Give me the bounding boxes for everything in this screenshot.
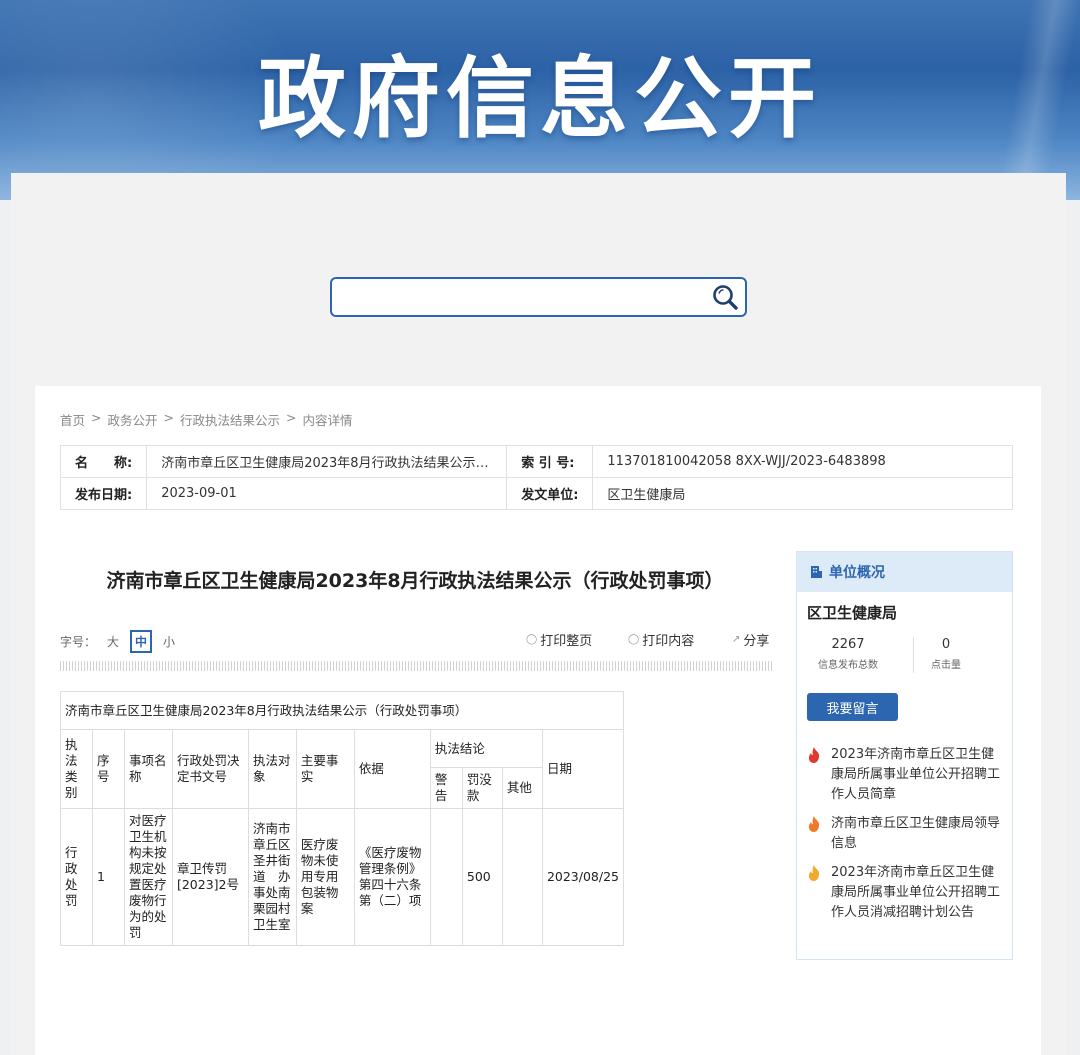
th-no: 序号 — [91, 729, 125, 809]
flame-icon — [808, 747, 820, 763]
share-label: 分享 — [743, 634, 770, 649]
banner-title: 政府信息公开 — [257, 47, 822, 150]
news-item-title: 2023年济南市章丘区卫生健康局所属事业单位公开招聘工作人员简章 — [831, 747, 1001, 802]
unit-stats: 2267 信息发布总数 0 点击量 — [797, 637, 1012, 675]
unit-name: 区卫生健康局 — [807, 604, 898, 622]
print-content-button[interactable]: ◯ 打印内容 — [628, 630, 694, 649]
cell-basis: 《医疗废物管理条例》第四十六条第（二）项 — [353, 808, 431, 946]
cell-other — [501, 808, 543, 946]
th-category: 执法类别 — [60, 729, 93, 809]
cell-fine: 500 — [461, 808, 503, 946]
th-other: 其他 — [501, 767, 543, 809]
meta-date-value: 2023-09-01 — [146, 477, 508, 510]
cell-item: 对医疗卫生机构未按规定处置医疗废物行为的处罚 — [123, 808, 173, 946]
stat-total-value: 2267 — [831, 637, 865, 652]
font-size-medium[interactable]: 中 — [130, 630, 153, 653]
share-icon: ↗ — [732, 634, 741, 645]
stat-clicks-label: 点击量 — [931, 660, 961, 671]
sidebar-header-label: 单位概况 — [829, 565, 885, 581]
meta-index-value: 113701810042058 8XX-WJJ/2023-6483898 — [592, 445, 1013, 478]
cell-facts: 医疗废物未使用专用包装物案 — [295, 808, 355, 946]
building-icon — [811, 566, 822, 578]
font-size-small[interactable]: 小 — [161, 633, 177, 650]
stat-divider — [913, 637, 914, 673]
breadcrumb-gov-affairs[interactable]: 政务公开 — [108, 410, 158, 429]
cell-warning — [429, 808, 463, 946]
unit-overview-sidebar: 单位概况 区卫生健康局 2267 信息发布总数 0 点击量 我要留言 2023年… — [796, 551, 1013, 960]
search-icon[interactable] — [711, 283, 741, 313]
th-target: 执法对象 — [247, 729, 297, 809]
sidebar-header: 单位概况 — [797, 552, 1012, 592]
printer-icon: ◯ — [526, 634, 538, 645]
cell-date: 2023/08/25 — [541, 808, 625, 946]
search-input[interactable] — [332, 279, 702, 315]
font-size-label: 字号： — [60, 635, 97, 649]
enforcement-table: 济南市章丘区卫生健康局2023年8月行政执法结果公示（行政处罚事项） 执法类别 … — [60, 691, 625, 946]
meta-name-label: 名 称: — [59, 445, 148, 478]
font-size-switcher: 字号： 大 中 小 — [60, 630, 177, 653]
stat-total: 2267 信息发布总数 — [797, 637, 899, 675]
news-item[interactable]: 2023年济南市章丘区卫生健康局所属事业单位公开招聘工作人员简章 — [797, 745, 1012, 805]
news-item[interactable]: 2023年济南市章丘区卫生健康局所属事业单位公开招聘工作人员消减招聘计划公告 — [797, 863, 1012, 923]
share-button[interactable]: ↗ 分享 — [732, 630, 769, 649]
news-item-title: 2023年济南市章丘区卫生健康局所属事业单位公开招聘工作人员消减招聘计划公告 — [831, 865, 1001, 920]
table-caption: 济南市章丘区卫生健康局2023年8月行政执法结果公示（行政处罚事项） — [60, 691, 624, 730]
article-title: 济南市章丘区卫生健康局2023年8月行政执法结果公示（行政处罚事项） — [106, 570, 724, 592]
news-item[interactable]: 济南市章丘区卫生健康局领导信息 — [797, 814, 1012, 854]
stat-total-label: 信息发布总数 — [818, 660, 878, 671]
breadcrumb: 首页 > 政务公开 > 行政执法结果公示 > 内容详情 — [60, 410, 353, 429]
table-row: 行政处罚 1 对医疗卫生机构未按规定处置医疗废物行为的处罚 章卫传罚[2023]… — [60, 808, 625, 946]
th-date: 日期 — [541, 729, 625, 809]
meta-unit-value: 区卫生健康局 — [592, 477, 1013, 510]
breadcrumb-detail[interactable]: 内容详情 — [303, 410, 353, 429]
news-list: 2023年济南市章丘区卫生健康局所属事业单位公开招聘工作人员简章 济南市章丘区卫… — [797, 745, 1012, 923]
stat-clicks: 0 点击量 — [928, 637, 964, 675]
meta-unit-label: 发文单位: — [506, 477, 594, 510]
meta-index-label: 索 引 号: — [506, 445, 594, 478]
breadcrumb-enforcement[interactable]: 行政执法结果公示 — [180, 410, 280, 429]
cell-category: 行政处罚 — [60, 808, 93, 946]
news-item-title: 济南市章丘区卫生健康局领导信息 — [831, 816, 1001, 851]
print-content-label: 打印内容 — [642, 634, 695, 649]
banner: 政府信息公开 — [0, 0, 1080, 200]
cell-no: 1 — [91, 808, 125, 946]
breadcrumb-separator: > — [286, 410, 297, 425]
cell-doc-no: 章卫传罚[2023]2号 — [171, 808, 249, 946]
breadcrumb-home[interactable]: 首页 — [60, 410, 85, 429]
th-warning: 警告 — [429, 767, 463, 809]
breadcrumb-separator: > — [91, 410, 102, 425]
cell-target: 济南市章丘区圣井街道 办事处南栗园村卫生室 — [247, 808, 297, 946]
meta-date-label: 发布日期: — [59, 477, 148, 510]
th-item: 事项名称 — [123, 729, 173, 809]
printer-icon: ◯ — [628, 634, 640, 645]
th-conclusion: 执法结论 — [429, 729, 543, 768]
meta-name-value: 济南市章丘区卫生健康局2023年8月行政执法结果公示（行... — [146, 445, 508, 478]
print-page-button[interactable]: ◯ 打印整页 — [526, 630, 592, 649]
document-meta-table: 名 称: 济南市章丘区卫生健康局2023年8月行政执法结果公示（行... 索 引… — [59, 445, 1013, 510]
flame-icon — [808, 816, 820, 832]
th-doc-no: 行政处罚决定书文号 — [171, 729, 249, 809]
flame-icon — [808, 865, 820, 881]
th-fine: 罚没款 — [461, 767, 503, 809]
divider — [60, 661, 772, 671]
th-basis: 依据 — [353, 729, 431, 809]
breadcrumb-separator: > — [163, 410, 174, 425]
search-box — [330, 277, 747, 317]
stat-clicks-value: 0 — [941, 637, 951, 652]
leave-message-button[interactable]: 我要留言 — [807, 693, 898, 721]
print-page-label: 打印整页 — [540, 634, 593, 649]
th-facts: 主要事实 — [295, 729, 355, 809]
article-toolbar: 字号： 大 中 小 ◯ 打印整页 ◯ 打印内容 ↗ 分享 — [60, 630, 772, 653]
font-size-large[interactable]: 大 — [105, 633, 121, 650]
